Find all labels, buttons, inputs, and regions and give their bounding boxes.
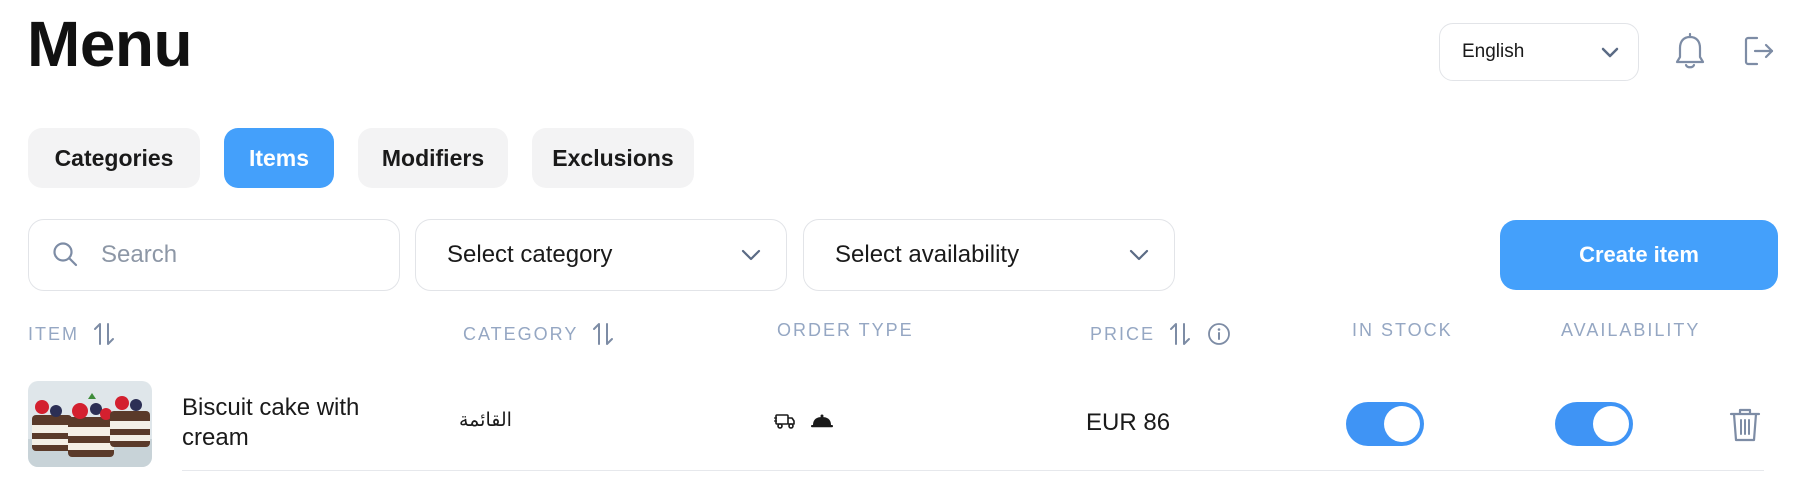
page-title: Menu [27, 8, 193, 80]
in-stock-toggle[interactable] [1346, 402, 1424, 446]
search-input[interactable] [101, 241, 361, 269]
trash-icon[interactable] [1727, 406, 1763, 444]
column-header-category[interactable]: CATEGORY [463, 320, 616, 348]
logout-icon[interactable] [1741, 33, 1777, 69]
dine-in-cloche-icon [811, 414, 833, 428]
category-select-label: Select category [447, 241, 613, 268]
column-header-in-stock: IN STOCK [1352, 320, 1453, 340]
tab-categories[interactable]: Categories [28, 128, 200, 188]
chevron-down-icon [741, 249, 761, 261]
language-select[interactable]: English [1439, 23, 1639, 81]
item-name[interactable]: Biscuit cake with cream [182, 393, 422, 453]
item-price: EUR 86 [1086, 409, 1171, 436]
search-icon [53, 242, 78, 267]
tab-exclusions[interactable]: Exclusions [532, 128, 694, 188]
info-icon[interactable] [1207, 322, 1231, 346]
menu-tabs: Categories Items Modifiers Exclusions [28, 128, 694, 188]
tab-items[interactable]: Items [224, 128, 334, 188]
availability-select-label: Select availability [835, 241, 1020, 268]
tab-modifiers[interactable]: Modifiers [358, 128, 508, 188]
sort-icon[interactable] [590, 320, 616, 348]
column-header-order-type: ORDER TYPE [777, 320, 914, 340]
item-category: القائمة [459, 410, 512, 431]
bell-icon[interactable] [1672, 32, 1708, 72]
category-select[interactable]: Select category [415, 219, 787, 291]
sort-icon[interactable] [1167, 320, 1193, 348]
create-item-button[interactable]: Create item [1500, 220, 1778, 290]
language-label: English [1462, 41, 1525, 62]
column-header-availability: AVAILABILITY [1561, 320, 1701, 340]
row-divider [182, 470, 1764, 471]
sort-icon[interactable] [91, 320, 117, 348]
item-thumbnail [28, 381, 152, 467]
order-type-icons [774, 412, 834, 430]
availability-toggle[interactable] [1555, 402, 1633, 446]
chevron-down-icon [1129, 249, 1149, 261]
column-header-item[interactable]: ITEM [28, 320, 117, 348]
toggle-knob [1384, 406, 1420, 442]
availability-select[interactable]: Select availability [803, 219, 1175, 291]
column-header-price[interactable]: PRICE [1090, 320, 1231, 348]
search-field[interactable] [28, 219, 400, 291]
chevron-down-icon [1601, 47, 1619, 58]
toggle-knob [1593, 406, 1629, 442]
delivery-truck-icon [774, 414, 795, 429]
